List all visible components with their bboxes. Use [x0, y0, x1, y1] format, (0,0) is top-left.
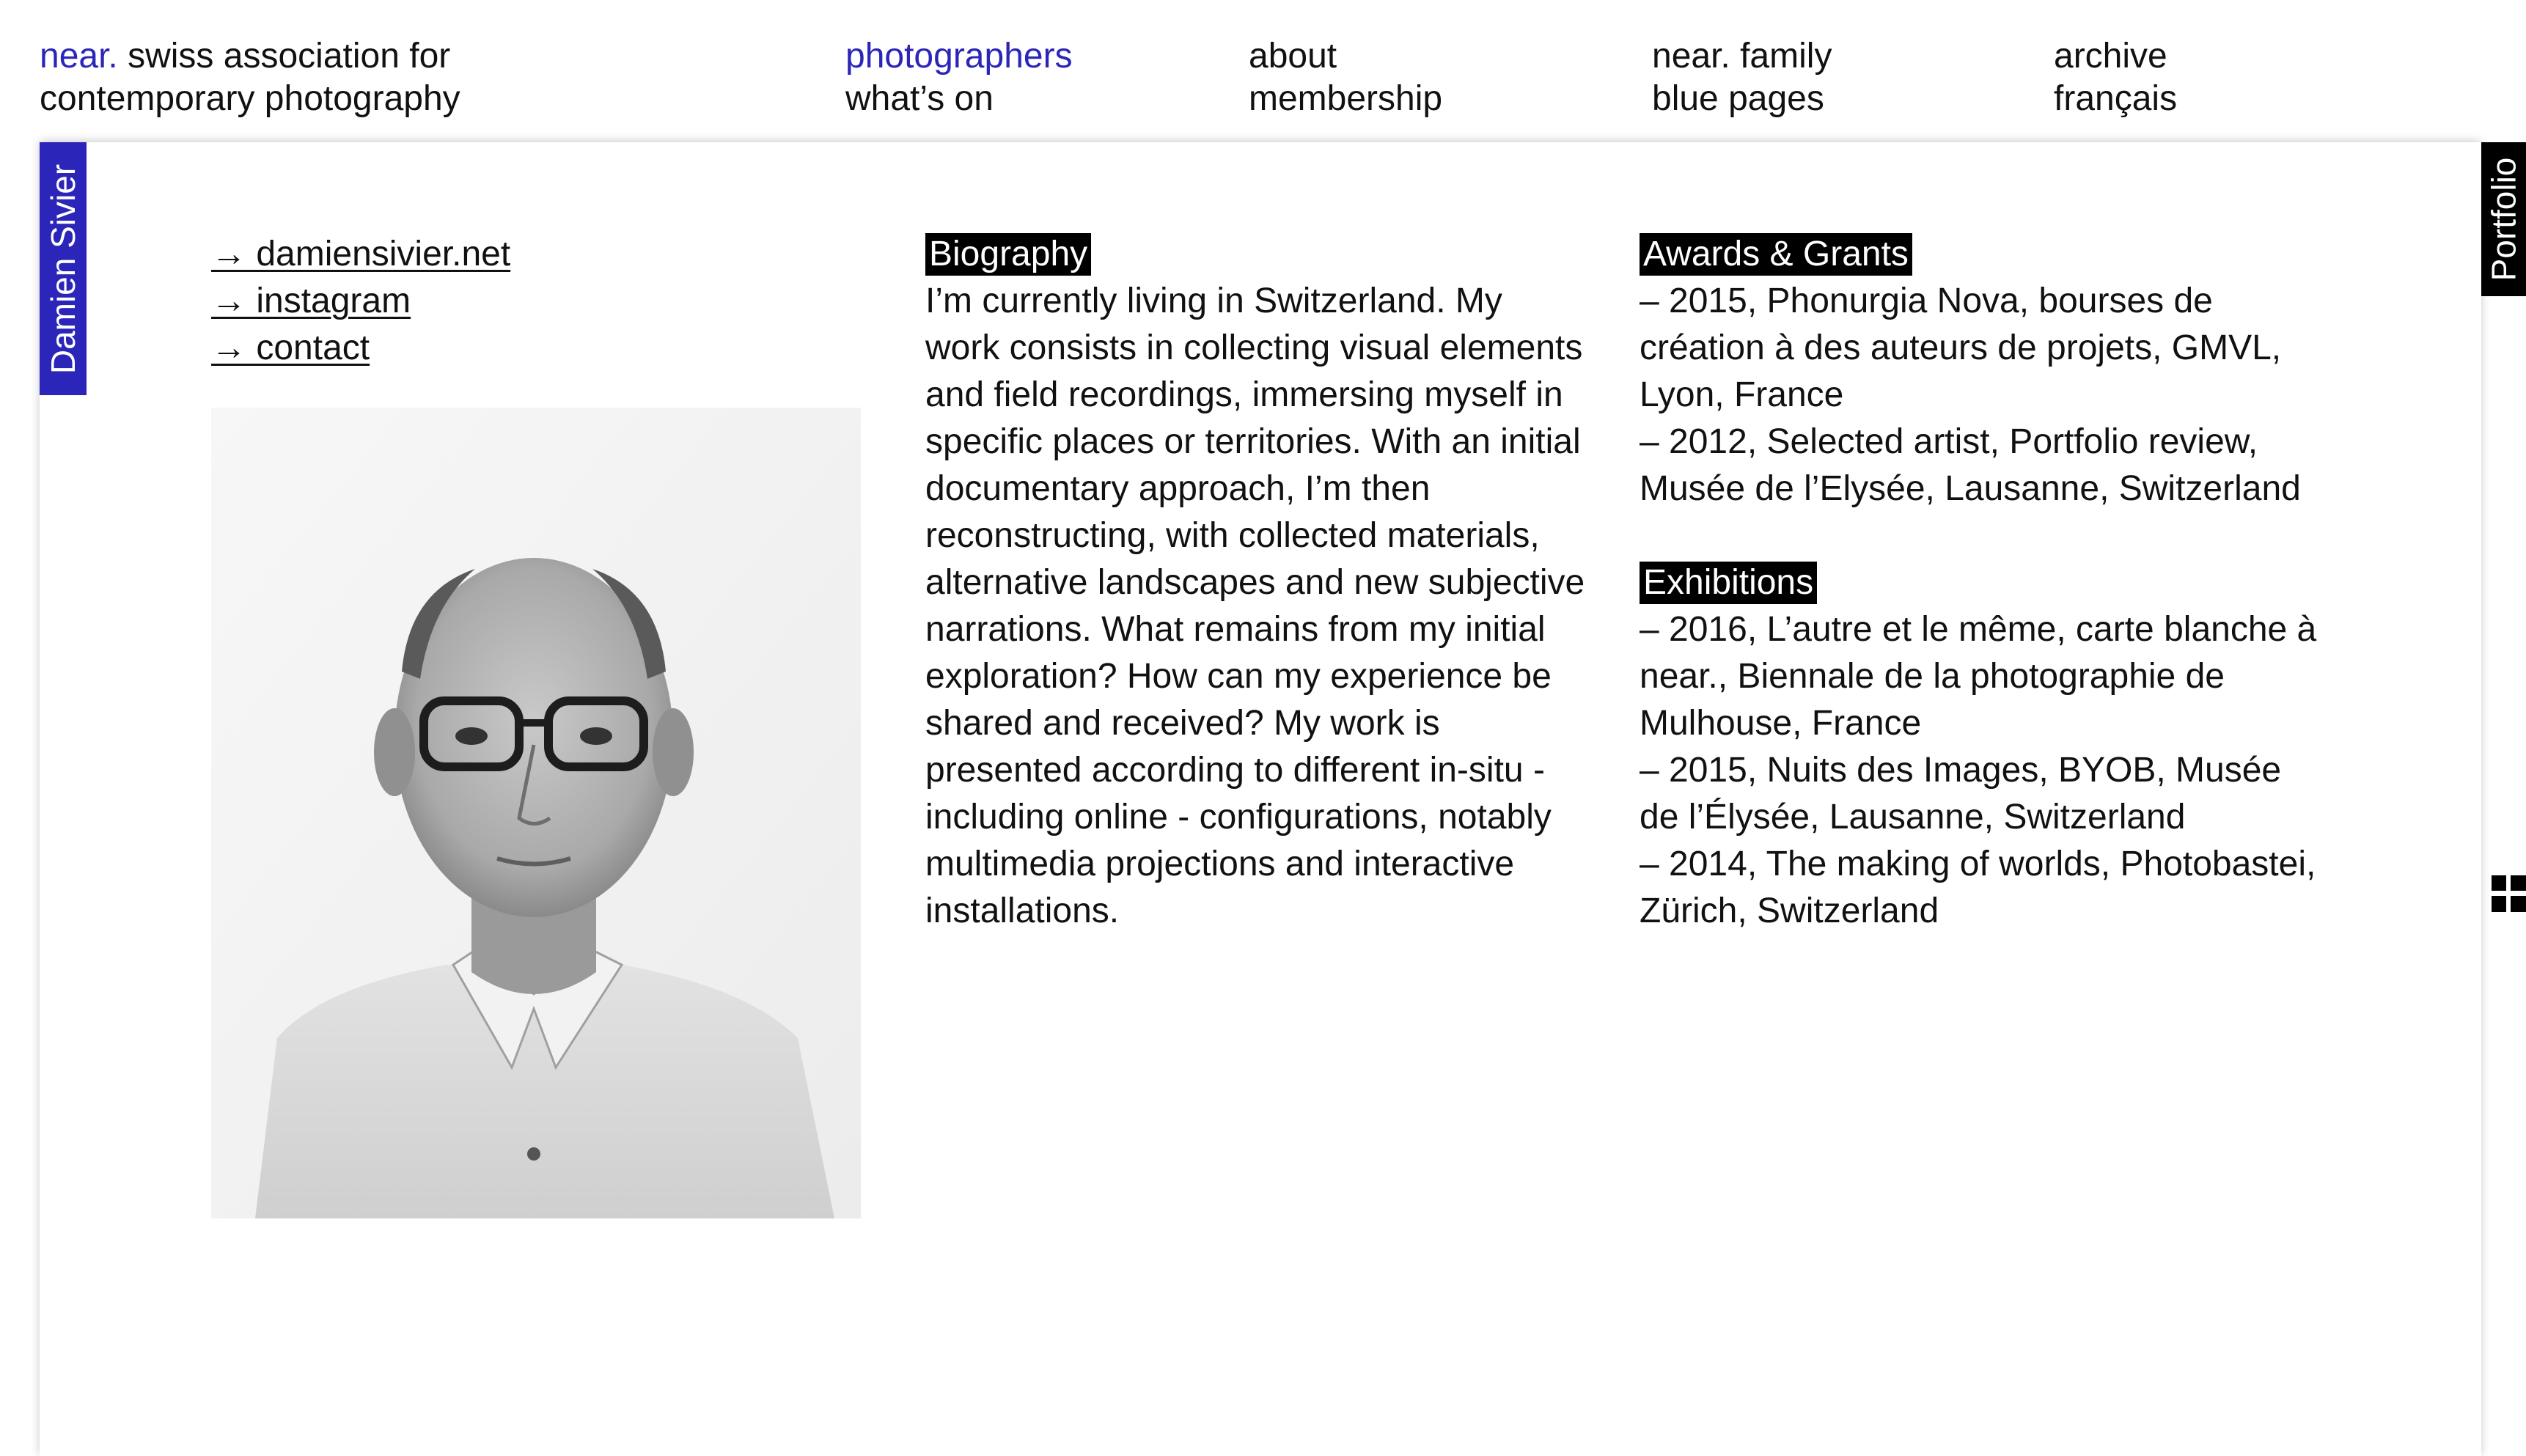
nav-about[interactable]: about	[1249, 35, 1442, 78]
exhibition-item: – 2015, Nuits des Images, BYOB, Musée de…	[1640, 751, 2282, 837]
biography-text: I’m currently living in Switzerland. My …	[925, 282, 1585, 930]
contact-link[interactable]: → contact	[211, 325, 510, 372]
site-logo[interactable]: near. swiss association for contemporary…	[40, 35, 460, 120]
site-header: near. swiss association for contemporary…	[0, 0, 2526, 141]
grid-icon[interactable]	[2492, 875, 2526, 912]
nav-photographers[interactable]: photographers	[845, 35, 1073, 78]
brand-line-1: near. swiss association for	[40, 35, 460, 78]
nav-whats-on[interactable]: what’s on	[845, 78, 1073, 120]
photographer-links: → damiensivier.net → instagram → contact	[211, 231, 510, 372]
biography-label: Biography	[925, 233, 1092, 276]
exhibition-item: – 2014, The making of worlds, Photobaste…	[1640, 845, 2316, 930]
photographer-name: Damien Sivier	[44, 163, 82, 374]
portrait-photo	[211, 408, 861, 1218]
nav-column-3: near. family blue pages	[1652, 35, 1832, 120]
nav-column-1: photographers what’s on	[845, 35, 1073, 120]
portfolio-tab-label: Portfolio	[2484, 157, 2523, 282]
website-link[interactable]: → damiensivier.net	[211, 231, 510, 278]
exhibitions-label: Exhibitions	[1640, 562, 1818, 604]
nav-column-4: archive français	[2054, 35, 2177, 120]
portrait-illustration	[211, 408, 861, 1218]
nav-blue-pages[interactable]: blue pages	[1652, 78, 1832, 120]
nav-near-family[interactable]: near. family	[1652, 35, 1832, 78]
exhibition-item: – 2016, L’autre et le même, carte blanch…	[1640, 610, 2317, 743]
award-item: – 2015, Phonurgia Nova, bourses de créat…	[1640, 282, 2282, 414]
brand-name: swiss association for	[117, 37, 451, 76]
brand-line-2: contemporary photography	[40, 79, 460, 118]
awards-label: Awards & Grants	[1640, 233, 1912, 276]
awards-section: Awards & Grants – 2015, Phonurgia Nova, …	[1640, 231, 2321, 935]
photographer-name-tab[interactable]: Damien Sivier	[40, 142, 87, 395]
brand-accent: near.	[40, 37, 118, 76]
biography-section: Biography I’m currently living in Switze…	[925, 231, 1585, 935]
nav-language-francais[interactable]: français	[2054, 78, 2177, 120]
award-item: – 2012, Selected artist, Portfolio revie…	[1640, 422, 2301, 508]
nav-archive[interactable]: archive	[2054, 35, 2177, 78]
instagram-link[interactable]: → instagram	[211, 278, 510, 325]
portfolio-tab[interactable]: Portfolio	[2481, 142, 2526, 296]
nav-membership[interactable]: membership	[1249, 78, 1442, 120]
nav-column-2: about membership	[1249, 35, 1442, 120]
